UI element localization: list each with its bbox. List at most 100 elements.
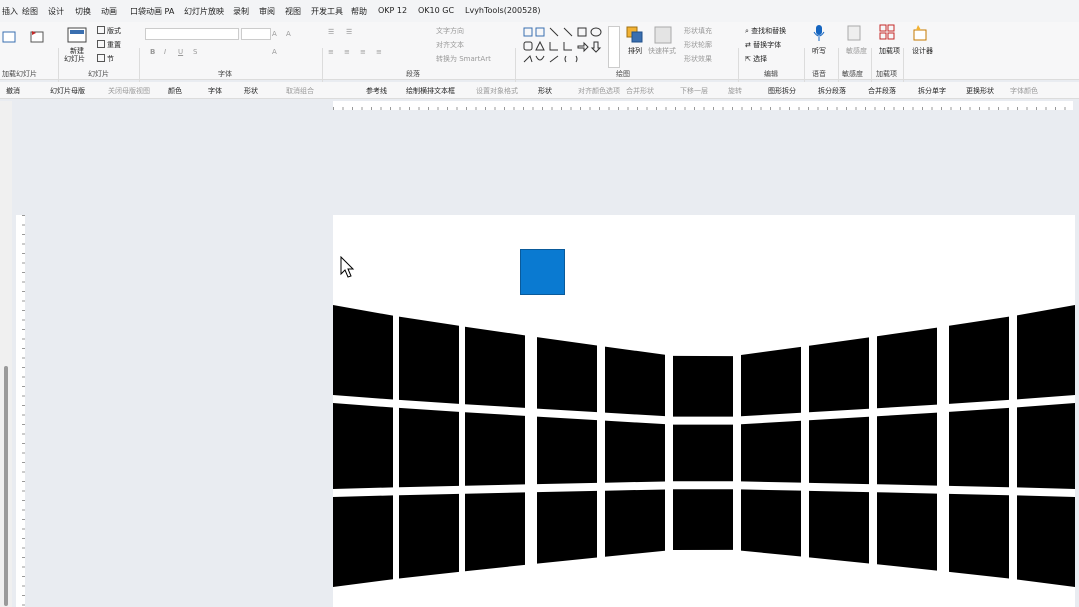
find-replace-button[interactable]: ⌕ 查找和替换 [745, 26, 786, 36]
toolbar-rotate[interactable]: 旋转 [728, 86, 742, 96]
grid-tile[interactable] [741, 346, 801, 417]
toolbar-guides[interactable]: 参考线 [366, 86, 387, 96]
text-direction-button[interactable]: 文字方向 [436, 26, 464, 36]
grid-tile[interactable] [537, 337, 597, 413]
new-slide-icon[interactable] [66, 26, 88, 44]
toolbar-merge-paragraph[interactable]: 合并段落 [868, 86, 896, 96]
underline-icon[interactable]: U [178, 48, 183, 56]
menu-pocket-animation[interactable]: 口袋动画 PA [130, 6, 174, 17]
grid-tile[interactable] [809, 337, 869, 413]
sensitivity-label[interactable]: 敏感度 [846, 46, 867, 56]
menu-okp[interactable]: OKP 12 [378, 6, 407, 15]
shapes-gallery-scroll[interactable] [608, 26, 620, 68]
section-button[interactable]: 节 [97, 54, 114, 64]
microphone-icon[interactable] [812, 24, 826, 42]
slide-canvas[interactable] [333, 215, 1075, 607]
toolbar-slide-master[interactable]: 幻灯片母版 [50, 86, 85, 96]
toolbar-shape[interactable]: 形状 [244, 86, 258, 96]
menu-design[interactable]: 设计 [48, 6, 64, 17]
grid-tile[interactable] [399, 493, 459, 579]
justify-icon[interactable]: ≡ [376, 48, 382, 56]
numbering-icon[interactable]: ☰ [346, 28, 352, 36]
bullets-icon[interactable]: ☰ [328, 28, 334, 36]
font-size-box[interactable] [241, 28, 271, 40]
toolbar-undo[interactable]: 撤消 [6, 86, 20, 96]
align-left-icon[interactable]: ≡ [328, 48, 334, 56]
grid-tile[interactable] [605, 489, 665, 557]
bold-icon[interactable]: B [150, 48, 155, 56]
grid-tile[interactable] [741, 420, 801, 483]
toolbar-split-char[interactable]: 拆分单字 [918, 86, 946, 96]
select-button[interactable]: ⇱ 选择 [745, 54, 767, 64]
grid-tile[interactable] [537, 490, 597, 564]
arrange-icon[interactable] [626, 26, 644, 44]
menu-draw[interactable]: 绘图 [22, 6, 38, 17]
menu-slideshow[interactable]: 幻灯片放映 [184, 6, 224, 17]
addins-icon[interactable] [879, 24, 895, 42]
toolbar-close-master[interactable]: 关闭母版视图 [108, 86, 150, 96]
menu-transitions[interactable]: 切换 [75, 6, 91, 17]
italic-icon[interactable]: I [164, 48, 166, 56]
menu-help[interactable]: 帮助 [351, 6, 367, 17]
menu-lvyhtools[interactable]: LvyhTools(200528) [465, 6, 540, 15]
grid-tile[interactable] [465, 326, 525, 408]
new-slide-label-2[interactable]: 幻灯片 [64, 54, 85, 64]
toolbar-split-paragraph[interactable]: 拆分段落 [818, 86, 846, 96]
align-center-icon[interactable]: ≡ [344, 48, 350, 56]
menu-developer[interactable]: 开发工具 [311, 6, 343, 17]
grid-tile[interactable] [877, 492, 937, 571]
vertical-scrollbar[interactable] [0, 101, 12, 607]
grid-tile[interactable] [949, 493, 1009, 579]
grid-tile[interactable] [1017, 495, 1075, 587]
align-right-icon[interactable]: ≡ [360, 48, 366, 56]
grid-tile[interactable] [465, 412, 525, 486]
grid-tile[interactable] [537, 416, 597, 485]
smartart-button[interactable]: 转换为 SmartArt [436, 54, 491, 64]
grid-tile[interactable] [605, 420, 665, 483]
grid-tile[interactable] [809, 490, 869, 564]
designer-label[interactable]: 设计器 [912, 46, 933, 56]
grid-tile[interactable] [877, 412, 937, 486]
toolbar-split-shape[interactable]: 图形拆分 [768, 86, 796, 96]
designer-icon[interactable] [912, 24, 928, 42]
align-text-button[interactable]: 对齐文本 [436, 40, 464, 50]
sensitivity-icon[interactable] [846, 24, 862, 42]
grid-tile[interactable] [333, 305, 393, 400]
grid-tile[interactable] [809, 416, 869, 485]
grid-tile[interactable] [673, 489, 733, 551]
grid-tile[interactable] [673, 355, 733, 417]
dictate-label[interactable]: 听写 [812, 46, 826, 56]
addins-label[interactable]: 加载项 [879, 46, 900, 56]
replace-font-button[interactable]: ⇄ 替换字体 [745, 40, 781, 50]
grid-tile[interactable] [673, 424, 733, 482]
shapes-gallery-icon[interactable] [522, 26, 618, 66]
font-color-icon[interactable]: A [272, 48, 277, 56]
grid-tile[interactable] [741, 489, 801, 557]
toolbar-draw-textbox[interactable]: 绘制横排文本框 [406, 86, 455, 96]
shape-effects-button[interactable]: 形状效果 [684, 54, 712, 64]
menu-ok10[interactable]: OK10 GC [418, 6, 454, 15]
quick-styles-icon[interactable] [654, 26, 672, 44]
shape-outline-button[interactable]: 形状轮廓 [684, 40, 712, 50]
grid-tile[interactable] [333, 495, 393, 587]
layout-button[interactable]: 版式 [97, 26, 121, 36]
menu-record[interactable]: 录制 [233, 6, 249, 17]
grid-tile[interactable] [333, 403, 393, 489]
font-name-box[interactable] [145, 28, 239, 40]
toolbar-merge-shapes[interactable]: 合并形状 [626, 86, 654, 96]
scrollbar-thumb[interactable] [4, 366, 8, 606]
toolbar-colors[interactable]: 颜色 [168, 86, 182, 96]
grid-tile[interactable] [949, 407, 1009, 488]
flag-icon[interactable] [30, 30, 44, 44]
grid-tile[interactable] [605, 346, 665, 417]
grid-tile[interactable] [949, 316, 1009, 404]
blue-square-shape[interactable] [520, 249, 565, 295]
menu-insert[interactable]: 插入 [2, 6, 18, 17]
grow-font-icon[interactable]: A [272, 30, 277, 38]
arrange-label[interactable]: 排列 [628, 46, 642, 56]
grid-tile[interactable] [399, 316, 459, 404]
shrink-font-icon[interactable]: A [286, 30, 291, 38]
slide-icon[interactable] [2, 30, 16, 44]
toolbar-align-colors[interactable]: 对齐颜色选项 [578, 86, 620, 96]
grid-tile[interactable] [1017, 305, 1075, 400]
